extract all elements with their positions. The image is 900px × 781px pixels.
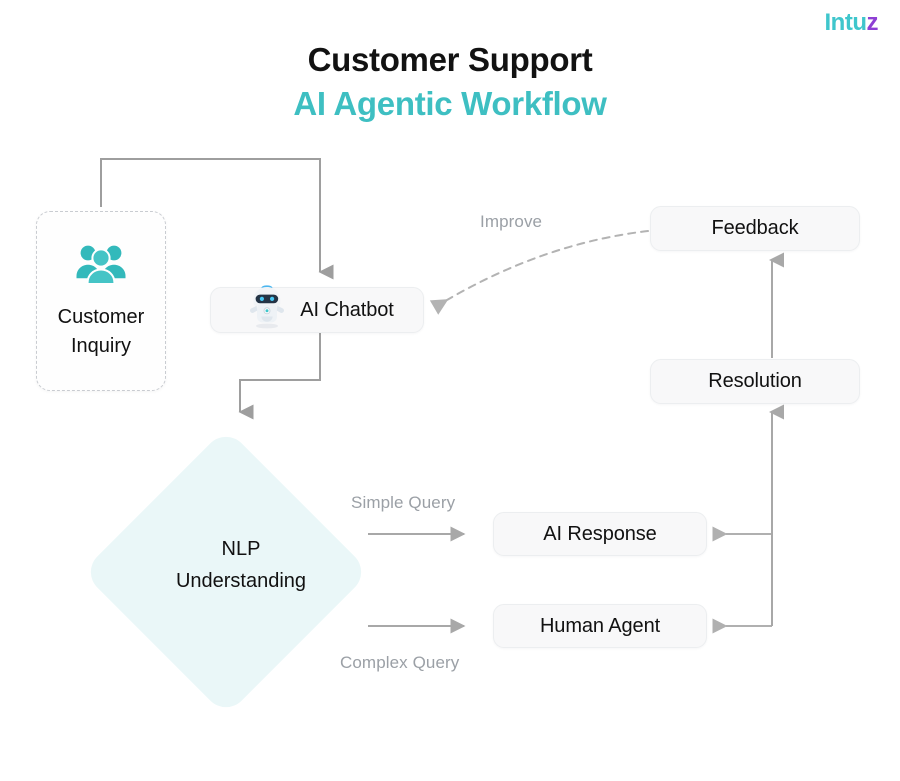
node-human-agent[interactable]: Human Agent (493, 604, 707, 648)
robot-icon (246, 283, 288, 334)
nlp-line1: NLP (221, 538, 261, 560)
edge-label-simple-query: Simple Query (351, 493, 456, 512)
node-feedback[interactable]: Feedback (650, 206, 860, 251)
edge-feedback-improve-to-chatbot (429, 230, 649, 315)
node-label-customer-inquiry: Customer Inquiry (58, 303, 145, 360)
node-label-resolution: Resolution (708, 370, 802, 392)
node-resolution[interactable]: Resolution (650, 359, 860, 404)
node-ai-chatbot[interactable]: AI Chatbot (210, 284, 424, 333)
customer-inquiry-line2: Inquiry (70, 334, 131, 357)
title-primary: Customer Support (307, 41, 593, 78)
logo-text-main: Intu (824, 9, 867, 36)
node-label-human-agent: Human Agent (539, 614, 661, 637)
customer-inquiry-line1: Customer (57, 306, 145, 329)
page-title: Customer Support AI Agentic Workflow (0, 40, 900, 125)
node-ai-response[interactable]: AI Response (493, 512, 707, 556)
nlp-line2: Understanding (175, 570, 307, 593)
edge-label-improve: Improve (480, 212, 543, 231)
node-label-ai-response: AI Response (543, 522, 657, 545)
workflow-diagram-canvas: Intuz Customer Support AI Agentic Workfl… (0, 0, 900, 781)
title-secondary: AI Agentic Workflow (293, 85, 607, 123)
node-customer-inquiry[interactable]: Customer Inquiry (36, 211, 166, 391)
logo-text-accent: z (866, 9, 879, 36)
intuz-logo: Intuz (824, 9, 879, 36)
node-label-nlp-understanding: NLP Understanding (106, 533, 376, 598)
people-group-icon (75, 242, 127, 289)
edge-chatbot-to-nlp (238, 333, 321, 420)
node-label-ai-chatbot: AI Chatbot (300, 298, 394, 321)
node-label-feedback: Feedback (711, 217, 799, 239)
edge-label-complex-query: Complex Query (340, 653, 460, 672)
